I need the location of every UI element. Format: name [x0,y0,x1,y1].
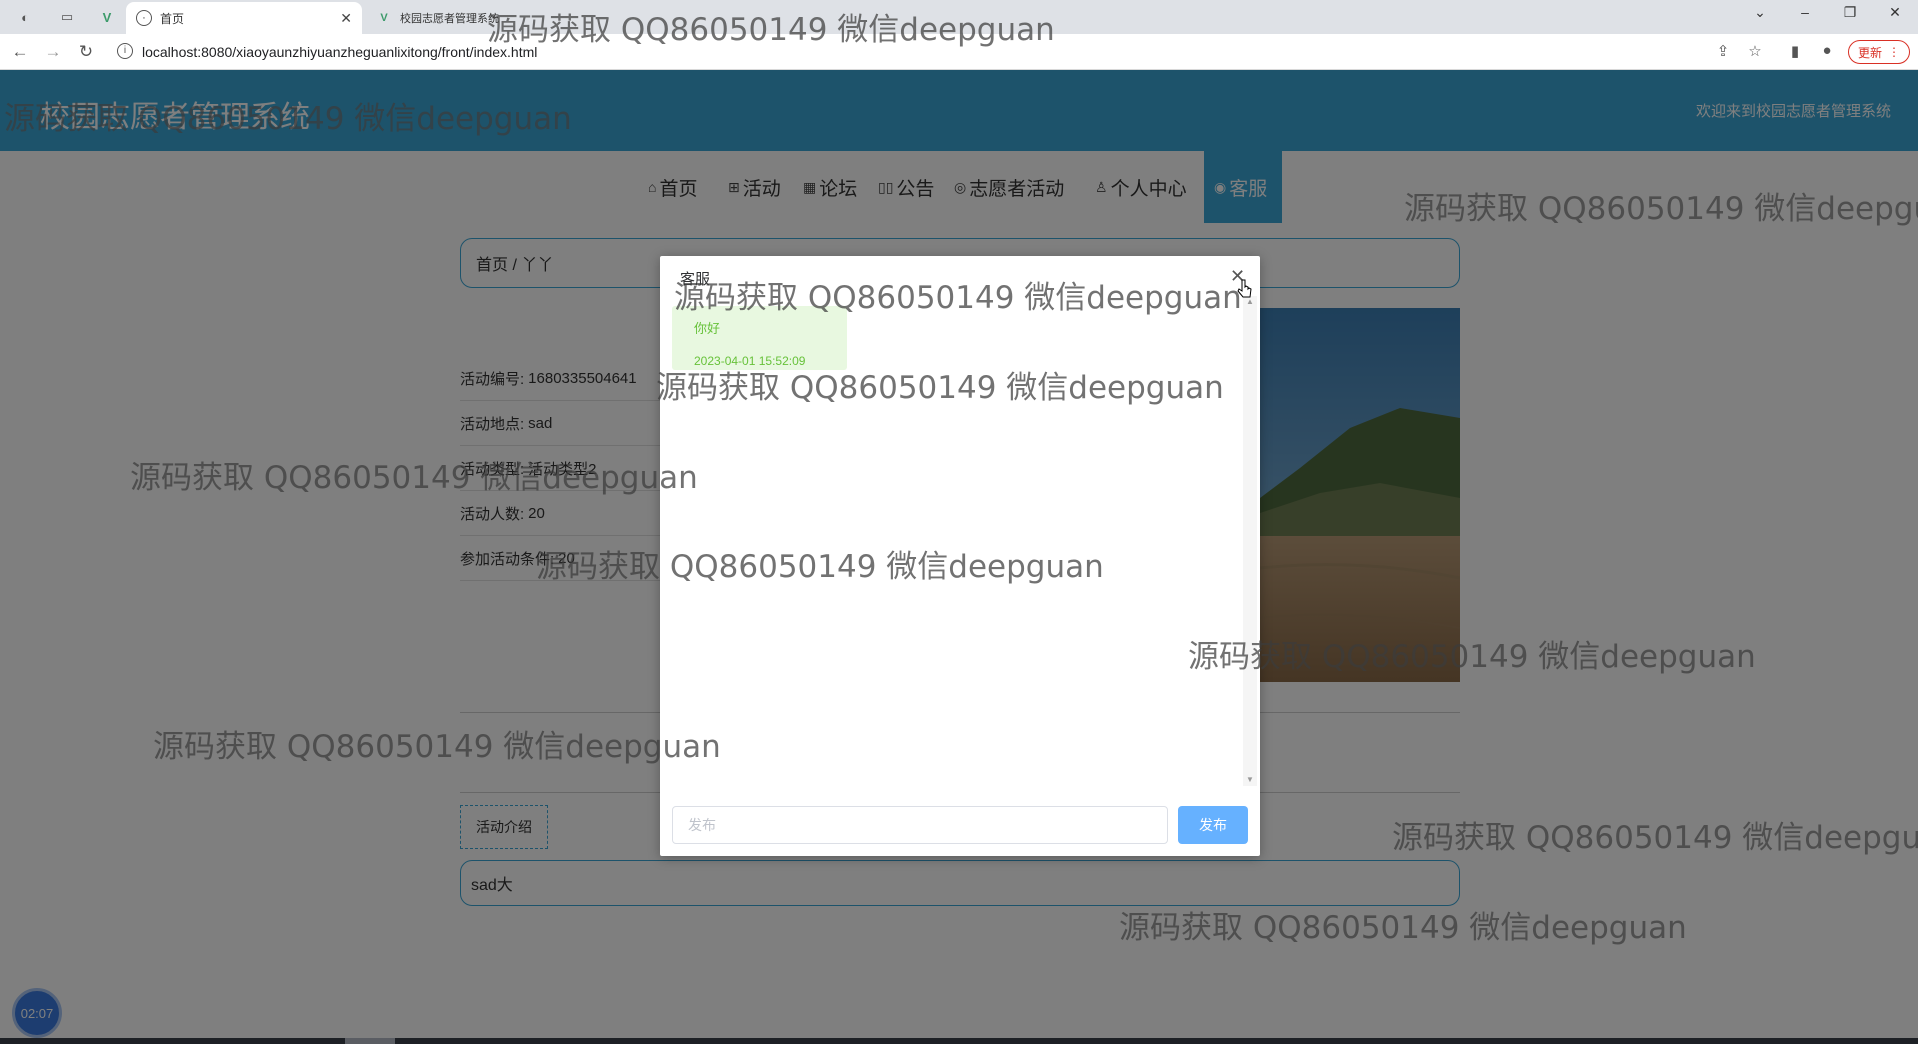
watermark: 源码获取 QQ86050149 微信deepguan [656,370,1224,406]
update-label: 更新 [1857,45,1882,60]
watermark: 源码获取 QQ86050149 微信deepguan [1119,910,1687,946]
watermark: 源码获取 QQ86050149 微信deepguan [4,101,572,137]
browser-tab-label: 校园志愿者管理系统 [400,13,499,25]
close-window-button[interactable]: ✕ [1875,4,1915,21]
message-input[interactable] [672,806,1168,844]
scroll-down-icon[interactable]: ▼ [1243,774,1257,786]
pinned-tab-2[interactable]: ▭ [52,5,82,29]
profile-icon[interactable]: ● [1816,42,1838,59]
side-panel-icon[interactable]: ▮ [1784,42,1806,60]
browser-tab-active[interactable]: · 首页 ✕ [126,2,362,34]
vue-icon: V [380,12,388,24]
chat-message-text: 你好 [694,321,721,336]
browser-tab-label: 首页 [160,11,185,26]
site-info-icon[interactable]: i [117,43,133,59]
taskbar-segment [345,1038,395,1044]
globe-icon: ◐ [21,9,29,25]
star-icon[interactable]: ☆ [1744,42,1766,60]
watermark: 源码获取 QQ86050149 微信deepguan [487,12,1055,48]
vue-icon: V [102,9,112,25]
restore-button[interactable]: ❐ [1830,4,1870,21]
tab-search-icon[interactable]: ⌄ [1740,4,1780,21]
watermark: 源码获取 QQ86050149 微信deepguan [674,280,1242,316]
back-arrow-icon[interactable]: ← [8,41,32,63]
watermark: 源码获取 QQ86050149 微信deepguan [130,460,698,496]
watermark: 源码获取 QQ86050149 微信deepguan [1188,639,1756,675]
forward-arrow-icon[interactable]: → [41,41,65,63]
update-button[interactable]: 更新 ⋮ [1848,40,1910,64]
more-menu-icon: ⋮ [1888,45,1900,59]
reload-icon[interactable]: ↻ [74,41,98,63]
chat-scrollbar[interactable]: ▲ ▼ [1243,296,1257,786]
watermark: 源码获取 QQ86050149 微信deepguan [1404,191,1918,227]
minimize-button[interactable]: – [1785,4,1825,20]
watermark: 源码获取 QQ86050149 微信deepguan [1392,820,1918,856]
pinned-tab-1[interactable]: ◐ [10,5,40,29]
close-tab-icon[interactable]: ✕ [340,10,352,27]
watermark: 源码获取 QQ86050149 微信deepguan [536,549,1104,585]
pinned-tab-3[interactable]: V [92,5,122,29]
globe-icon: · [136,10,152,26]
watermark: 源码获取 QQ86050149 微信deepguan [153,729,721,765]
taskbar-strip [0,1038,1918,1044]
blank-page-icon: ▭ [60,9,74,24]
share-icon[interactable]: ⇪ [1712,42,1734,60]
send-button[interactable]: 发布 [1178,806,1248,844]
